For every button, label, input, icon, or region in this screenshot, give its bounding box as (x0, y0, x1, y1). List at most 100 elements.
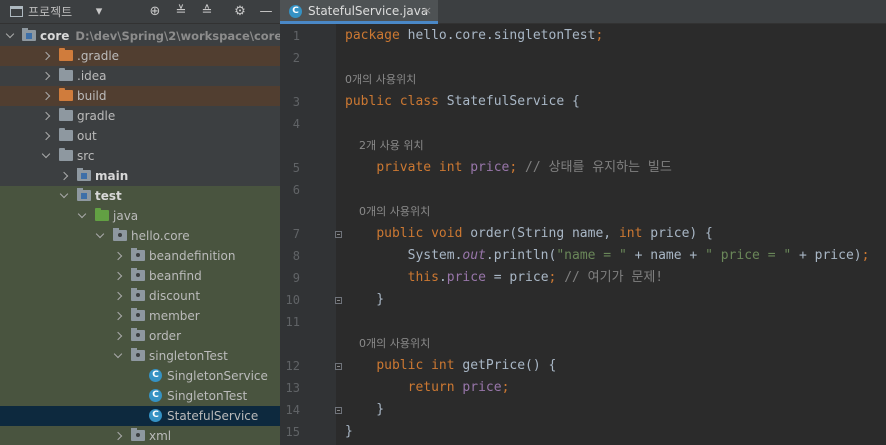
tree-item-idea[interactable]: .idea (0, 66, 280, 86)
tree-item-label: out (77, 129, 97, 143)
chevron-right-icon[interactable] (42, 86, 52, 106)
tree-item-label: main (95, 169, 129, 183)
tree-item-java[interactable]: java (0, 206, 280, 226)
tree-item-gradle[interactable]: .gradle (0, 46, 280, 66)
folder-package-icon (131, 268, 145, 281)
fold-toggle-icon[interactable] (335, 297, 342, 304)
chevron-right-icon[interactable] (114, 326, 124, 346)
line-number: 12 (285, 359, 300, 373)
chevron-down-icon[interactable] (114, 346, 124, 366)
folder-icon (59, 148, 73, 161)
line-number: 2 (292, 51, 300, 65)
project-panel-title: 프로젝트 (28, 5, 73, 19)
collapse-all-icon[interactable]: ≙ (198, 3, 216, 21)
tree-item-label: StatefulService (167, 409, 259, 423)
line-number: 10 (285, 293, 300, 307)
tree-item-main[interactable]: main (0, 166, 280, 186)
gear-icon[interactable]: ⚙ (231, 3, 249, 21)
folder-icon (59, 128, 73, 141)
folder-module-icon (77, 188, 91, 201)
project-view-selector[interactable]: 프로젝트 (10, 0, 72, 24)
chevron-right-icon[interactable] (114, 306, 124, 326)
chevron-right-icon[interactable] (114, 266, 124, 286)
tree-item-out[interactable]: out (0, 126, 280, 146)
folder-package-icon (131, 428, 145, 441)
tree-item-label: SingletonTest (167, 389, 248, 403)
code-line: this.price = price; // 여기가 문제! (407, 270, 664, 285)
line-number: 14 (285, 403, 300, 417)
line-number: 6 (292, 183, 300, 197)
tree-item-core[interactable]: core D:\dev\Spring\2\workspace\core (0, 26, 280, 46)
fold-toggle-icon[interactable] (335, 231, 342, 238)
fold-toggle-icon[interactable] (335, 407, 342, 414)
tree-item-test[interactable]: test (0, 186, 280, 206)
tree-item-hello-core[interactable]: hello.core (0, 226, 280, 246)
tree-item-singletonservice[interactable]: C SingletonService (0, 366, 280, 386)
chevron-down-icon[interactable] (96, 226, 106, 246)
chevron-right-icon[interactable] (42, 106, 52, 126)
class-icon: C (149, 389, 162, 402)
folder-package-icon (131, 328, 145, 341)
tree-item-gradle[interactable]: gradle (0, 106, 280, 126)
chevron-right-icon[interactable] (114, 286, 124, 306)
tree-item-label: SingletonService (167, 369, 268, 383)
fold-toggle-icon[interactable] (335, 363, 342, 370)
tree-item-label: build (77, 89, 107, 103)
class-icon: C (289, 5, 302, 18)
tree-item-src[interactable]: src (0, 146, 280, 166)
tab-statefulservice-java[interactable]: C StatefulService.java × (280, 0, 438, 24)
usage-hint[interactable]: 0개의 사용위치 (345, 69, 416, 91)
folder-green-icon (95, 208, 109, 221)
line-number: 8 (292, 249, 300, 263)
chevron-right-icon[interactable] (42, 46, 52, 66)
tree-item-label: src (77, 149, 95, 163)
chevron-right-icon[interactable] (114, 426, 124, 445)
tree-item-beandefinition[interactable]: beandefinition (0, 246, 280, 266)
line-number: 5 (292, 161, 300, 175)
folder-icon (59, 108, 73, 121)
chevron-down-icon[interactable]: ▾ (90, 3, 108, 21)
line-number: 4 (292, 117, 300, 131)
project-panel-header: 프로젝트 ▾ ⊕ ≚ ≙ ⚙ — (0, 0, 280, 24)
chevron-down-icon[interactable] (78, 206, 88, 226)
tree-item-statefulservice[interactable]: C StatefulService (0, 406, 280, 426)
tree-item-beanfind[interactable]: beanfind (0, 266, 280, 286)
project-path: D:\dev\Spring\2\workspace\core (75, 29, 280, 43)
minimize-icon[interactable]: — (257, 3, 275, 21)
chevron-down-icon[interactable] (6, 26, 16, 46)
usage-hint[interactable]: 2개 사용 위치 (345, 135, 424, 157)
chevron-right-icon[interactable] (42, 126, 52, 146)
usage-hint[interactable]: 0개의 사용위치 (345, 333, 430, 355)
folder-orange-icon (59, 88, 73, 101)
line-number: 9 (292, 271, 300, 285)
expand-all-icon[interactable]: ≚ (172, 3, 190, 21)
code-line: public void order(String name, int price… (376, 226, 713, 241)
tree-item-label: beanfind (149, 269, 202, 283)
tree-item-discount[interactable]: discount (0, 286, 280, 306)
code-line: package hello.core.singletonTest; (345, 28, 604, 43)
chevron-down-icon[interactable] (42, 146, 52, 166)
chevron-down-icon[interactable] (60, 186, 70, 206)
tree-item-xml[interactable]: xml (0, 426, 280, 445)
tab-label: StatefulService.java (308, 4, 429, 18)
close-icon[interactable]: × (423, 0, 432, 22)
code-line: public int getPrice() { (376, 358, 557, 373)
usage-hint[interactable]: 0개의 사용위치 (345, 201, 430, 223)
editor-area: C StatefulService.java × 1 2 3 4 5 6 7 8 9 10 11 12… (280, 0, 886, 445)
chevron-right-icon[interactable] (42, 66, 52, 86)
tree-item-order[interactable]: order (0, 326, 280, 346)
tree-item-singletontest[interactable]: singletonTest (0, 346, 280, 366)
tree-item-label: .idea (77, 69, 107, 83)
chevron-right-icon[interactable] (60, 166, 70, 186)
code-line: } (345, 292, 385, 307)
tree-item-build[interactable]: build (0, 86, 280, 106)
tree-item-label: .gradle (77, 49, 120, 63)
tree-item-member[interactable]: member (0, 306, 280, 326)
code-line: return price; (407, 380, 510, 395)
target-icon[interactable]: ⊕ (146, 3, 164, 21)
code-line: public class StatefulService { (345, 94, 580, 109)
tree-item-label: order (149, 329, 181, 343)
tree-item-label: core D:\dev\Spring\2\workspace\core (40, 26, 280, 46)
tree-item-singletontest[interactable]: C SingletonTest (0, 386, 280, 406)
chevron-right-icon[interactable] (114, 246, 124, 266)
